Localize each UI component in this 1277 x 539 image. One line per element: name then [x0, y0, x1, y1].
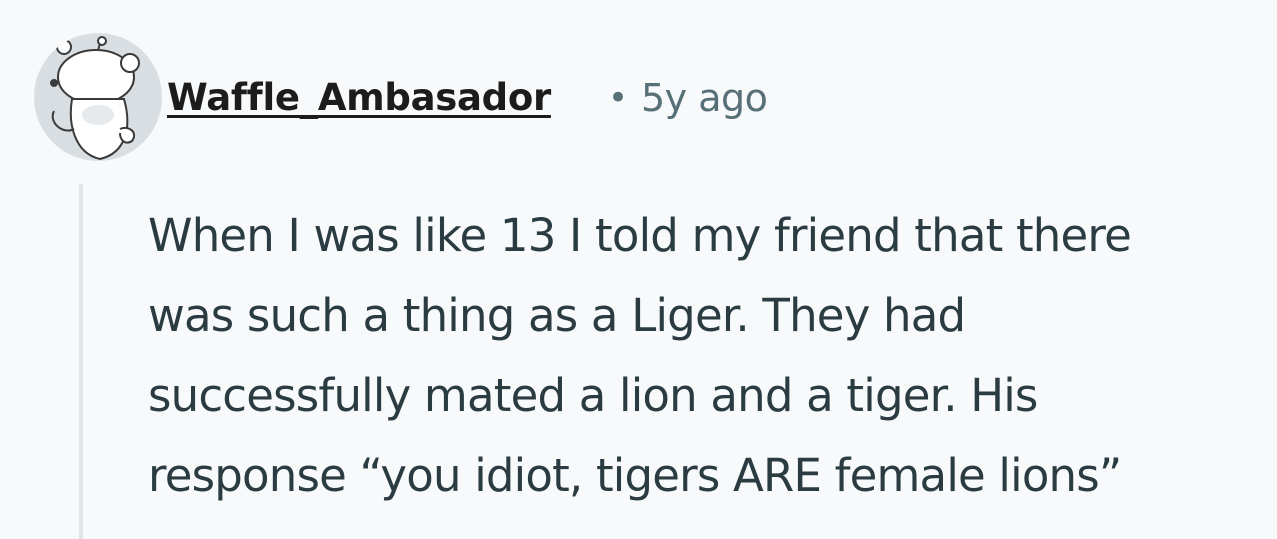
avatar[interactable]	[34, 33, 162, 161]
author-username-link[interactable]: Waffle_Ambasador	[167, 76, 551, 119]
comment-body-line: When I was like 13 I told my friend that…	[148, 209, 1132, 262]
comment-timestamp[interactable]: 5y ago	[641, 76, 768, 120]
comment: Waffle_Ambasador • 5y ago When I was lik…	[0, 0, 1277, 539]
thread-collapse-line[interactable]	[79, 184, 83, 539]
comment-body: When I was like 13 I told my friend that…	[148, 196, 1268, 516]
comment-body-line: successfully mated a lion and a tiger. H…	[148, 369, 1038, 422]
snoo-avatar-icon	[50, 36, 140, 161]
meta-separator: •	[608, 78, 629, 118]
comment-body-line: response “you idiot, tigers ARE female l…	[148, 449, 1122, 502]
comment-body-line: was such a thing as a Liger. They had	[148, 289, 966, 342]
